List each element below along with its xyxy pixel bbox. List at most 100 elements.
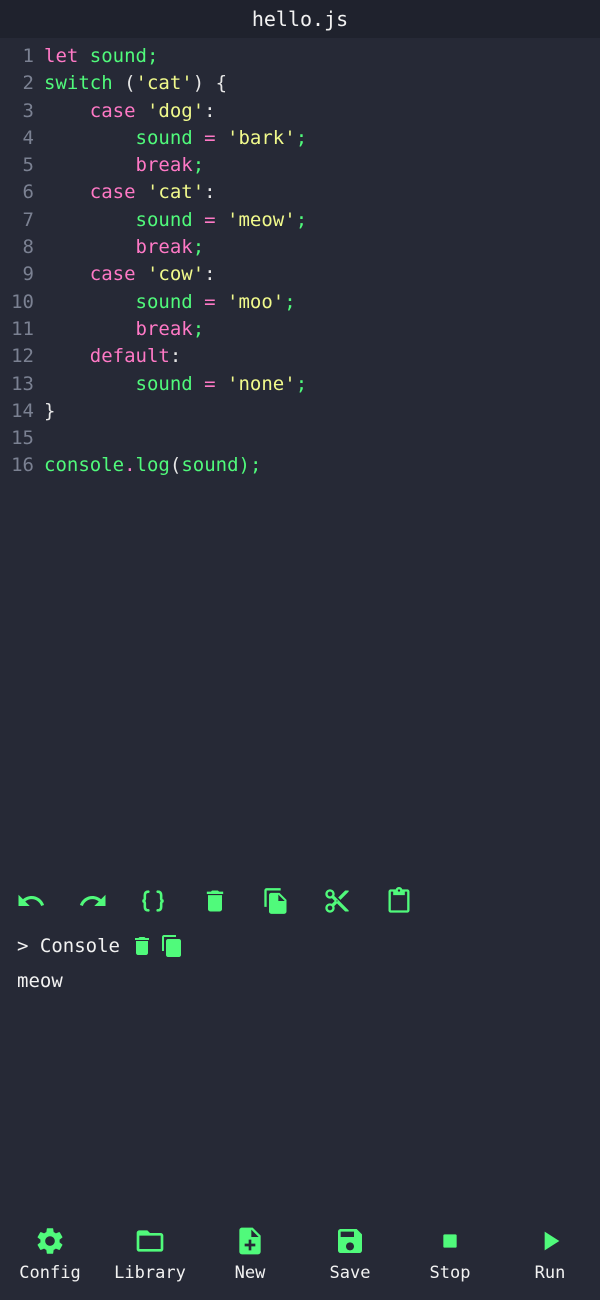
library-label: Library bbox=[114, 1263, 186, 1283]
line-number: 14 bbox=[11, 399, 34, 422]
code-token: 'none' bbox=[227, 372, 296, 395]
code-token: : bbox=[204, 263, 216, 286]
code-token: ) { bbox=[192, 72, 228, 95]
code-line[interactable]: 16 console.log(sound); bbox=[0, 452, 600, 479]
code-text: sound = 'moo'; bbox=[34, 289, 296, 316]
config-button[interactable]: Config bbox=[0, 1225, 100, 1283]
code-line[interactable]: 12 default: bbox=[0, 343, 600, 370]
code-token: ; bbox=[192, 317, 205, 340]
code-token: } bbox=[44, 399, 56, 422]
code-text: case 'cat': bbox=[34, 179, 216, 206]
code-token: ; bbox=[284, 290, 296, 313]
code-token: 'dog' bbox=[146, 99, 205, 122]
line-number: 8 bbox=[22, 236, 34, 259]
code-line[interactable]: 10 sound = 'moo'; bbox=[0, 289, 600, 316]
code-token: ; bbox=[295, 372, 308, 395]
line-number: 9 bbox=[22, 263, 34, 286]
code-editor[interactable]: 1 let sound; 2 switch ('cat') {3 case 'dog'… bbox=[0, 43, 600, 480]
redo-button[interactable] bbox=[77, 885, 109, 917]
code-token: log bbox=[135, 454, 170, 477]
code-token: 'cat' bbox=[146, 181, 205, 204]
code-text: sound = 'none'; bbox=[34, 371, 308, 398]
code-token: break bbox=[44, 236, 193, 259]
code-token: 'bark' bbox=[227, 126, 296, 149]
line-number: 11 bbox=[11, 317, 34, 340]
editor-toolbar bbox=[0, 881, 600, 921]
delete-button[interactable] bbox=[199, 885, 231, 917]
line-number: 4 bbox=[22, 126, 34, 149]
run-button[interactable]: Run bbox=[500, 1225, 600, 1283]
trash-icon bbox=[201, 887, 229, 915]
code-token: = bbox=[204, 126, 228, 149]
code-token: sound bbox=[44, 208, 205, 231]
code-token: ); bbox=[238, 454, 262, 477]
config-label: Config bbox=[19, 1263, 81, 1283]
code-token: default bbox=[44, 345, 170, 368]
code-token: let bbox=[44, 45, 90, 67]
stop-icon bbox=[434, 1225, 466, 1257]
title-bar: hello.js bbox=[0, 0, 600, 38]
library-button[interactable]: Library bbox=[100, 1225, 200, 1283]
paste-button[interactable] bbox=[383, 885, 415, 917]
copy-button[interactable] bbox=[260, 885, 292, 917]
code-text: break; bbox=[34, 152, 205, 179]
code-token: case bbox=[44, 99, 147, 122]
code-line[interactable]: 6 case 'cat': bbox=[0, 179, 600, 206]
code-line[interactable]: 3 case 'dog': bbox=[0, 98, 600, 125]
line-number: 12 bbox=[11, 345, 34, 368]
code-token: : bbox=[169, 345, 182, 368]
code-line[interactable]: 8 break; bbox=[0, 234, 600, 261]
code-line[interactable]: 7 sound = 'meow'; bbox=[0, 207, 600, 234]
file-title: hello.js bbox=[251, 7, 349, 31]
code-token: : bbox=[204, 181, 216, 204]
code-text: sound = 'bark'; bbox=[34, 125, 308, 152]
code-text: case 'dog': bbox=[34, 98, 216, 125]
code-line[interactable]: 15 bbox=[0, 425, 600, 452]
stop-button[interactable]: Stop bbox=[400, 1225, 500, 1283]
gear-icon bbox=[34, 1225, 66, 1257]
new-file-icon bbox=[234, 1225, 266, 1257]
code-token: sound bbox=[89, 45, 147, 67]
line-number: 2 bbox=[22, 72, 34, 95]
format-button[interactable] bbox=[137, 885, 169, 917]
code-text: default: bbox=[34, 343, 182, 370]
folder-icon bbox=[134, 1225, 166, 1257]
code-line[interactable]: 5 break; bbox=[0, 152, 600, 179]
code-token: console bbox=[44, 454, 125, 477]
code-line[interactable]: 4 sound = 'bark'; bbox=[0, 125, 600, 152]
code-line[interactable]: 11 break; bbox=[0, 316, 600, 343]
line-number: 13 bbox=[11, 372, 34, 395]
code-line[interactable]: 14} bbox=[0, 398, 600, 425]
console-label: > Console bbox=[17, 935, 120, 957]
code-token: break bbox=[44, 317, 193, 340]
line-number: 5 bbox=[22, 154, 34, 177]
new-button[interactable]: New bbox=[200, 1225, 300, 1283]
floppy-icon bbox=[334, 1225, 366, 1257]
code-token: = bbox=[204, 208, 228, 231]
console-clear-button[interactable] bbox=[130, 934, 154, 958]
redo-icon bbox=[78, 886, 108, 916]
code-text: } bbox=[34, 398, 55, 425]
braces-icon bbox=[139, 887, 167, 915]
save-button[interactable]: Save bbox=[300, 1225, 400, 1283]
line-number: 10 bbox=[11, 290, 34, 313]
undo-button[interactable] bbox=[15, 885, 47, 917]
console-header: > Console bbox=[17, 932, 184, 960]
line-number: 16 bbox=[11, 454, 34, 477]
copy-icon bbox=[262, 887, 290, 915]
code-text: let sound; bbox=[34, 43, 158, 70]
code-line[interactable]: 2 switch ('cat') { bbox=[0, 70, 600, 97]
code-line[interactable]: 13 sound = 'none'; bbox=[0, 371, 600, 398]
code-token: break bbox=[44, 154, 193, 177]
line-number: 1 bbox=[22, 45, 34, 67]
code-line[interactable]: 1 let sound; bbox=[0, 43, 600, 70]
code-token: 'meow' bbox=[227, 208, 296, 231]
undo-icon bbox=[16, 886, 46, 916]
cut-button[interactable] bbox=[321, 885, 353, 917]
console-copy-button[interactable] bbox=[160, 934, 184, 958]
code-token: sound bbox=[44, 372, 205, 395]
line-number: 3 bbox=[22, 99, 34, 122]
code-line[interactable]: 9 case 'cow': bbox=[0, 261, 600, 288]
code-token: ; bbox=[295, 208, 308, 231]
